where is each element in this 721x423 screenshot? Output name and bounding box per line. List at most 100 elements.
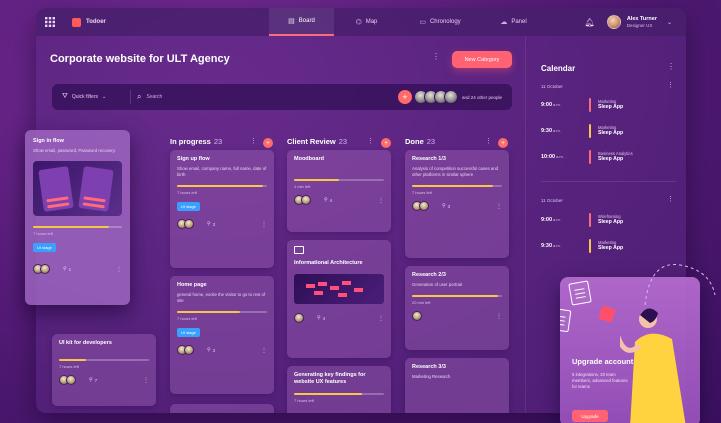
progress-fill xyxy=(294,179,339,181)
tab-map[interactable]: ⌬ Map xyxy=(334,8,399,36)
card-title: Research 1/3 xyxy=(412,156,446,162)
attachment-count: 7 xyxy=(94,377,98,383)
card-description: Show email, password, Password recovery. xyxy=(33,148,116,153)
time-left: 7 hours left xyxy=(59,364,79,369)
date-more-icon[interactable]: ⋮ xyxy=(667,195,674,203)
assignee-avatars[interactable] xyxy=(177,219,194,229)
apps-menu-button[interactable] xyxy=(36,8,64,36)
task-card-sign-in-flow[interactable]: Sign in flow Show email, password, Passw… xyxy=(25,130,130,305)
more-options-icon[interactable]: ⋮ xyxy=(432,52,440,61)
assignee-avatars[interactable] xyxy=(294,313,304,323)
assignee-avatars[interactable] xyxy=(412,201,429,211)
search-input[interactable]: ⌕ Search xyxy=(137,92,398,102)
card-more-icon[interactable]: ⋮ xyxy=(496,203,502,210)
card-more-icon[interactable]: ⋮ xyxy=(378,197,384,204)
add-card-button[interactable]: + xyxy=(381,138,391,148)
column-more-icon[interactable]: ⋮ xyxy=(367,137,374,145)
calendar-event[interactable]: 9:00a.m. Wireframing Sleep App xyxy=(541,213,623,227)
card-more-icon[interactable]: ⋮ xyxy=(116,266,122,273)
task-card-partial[interactable] xyxy=(170,404,274,413)
divider xyxy=(541,181,676,182)
task-card-home-page[interactable]: Home page general home, excite the visit… xyxy=(170,276,274,394)
stage-tag[interactable]: UI stage xyxy=(177,202,200,211)
calendar-event[interactable]: 9:30a.m. Marketing Sleep App xyxy=(541,239,623,253)
add-card-button[interactable]: + xyxy=(498,138,508,148)
task-card-informational-architecture[interactable]: Informational Architecture ⚲ 4 ⋮ xyxy=(287,240,391,358)
column-more-icon[interactable]: ⋮ xyxy=(485,137,492,145)
progress-fill xyxy=(59,359,86,361)
tab-panel[interactable]: ☁ Panel xyxy=(481,8,546,36)
tab-board[interactable]: ▤ Board xyxy=(269,8,334,36)
assignee-avatars[interactable] xyxy=(177,345,194,355)
paperclip-icon: ⚲ xyxy=(89,377,93,383)
task-card-research-1[interactable]: Research 1/3 Analysis of competition suc… xyxy=(405,150,509,258)
card-description: Marketing Research xyxy=(412,374,451,379)
event-title: Sleep App xyxy=(598,219,624,225)
calendar-event[interactable]: 9:00a.m. Marketing Sleep App xyxy=(541,98,623,112)
app-name: Todoer xyxy=(86,19,106,25)
column-header-in-progress: In progress 23 xyxy=(170,137,222,146)
card-more-icon[interactable]: ⋮ xyxy=(261,221,267,228)
assignee-avatars[interactable] xyxy=(412,311,422,321)
event-color-bar xyxy=(589,150,591,164)
stage-tag[interactable]: UI stage xyxy=(177,328,200,337)
map-icon: ⌬ xyxy=(355,19,362,26)
card-more-icon[interactable]: ⋮ xyxy=(143,377,149,384)
column-more-icon[interactable]: ⋮ xyxy=(250,137,257,145)
chevron-down-icon[interactable]: ⌄ xyxy=(667,19,672,26)
task-card-moodboard[interactable]: Moodboard 1 min left ⚲ 4 ⋮ xyxy=(287,150,391,232)
date-more-icon[interactable]: ⋮ xyxy=(667,81,674,89)
progress-bar xyxy=(412,295,502,297)
column-count: 23 xyxy=(338,137,348,146)
event-title: Sleep App xyxy=(598,156,624,162)
event-info: Marketing Sleep App xyxy=(598,240,623,252)
card-title: UI kit for developers xyxy=(59,340,112,346)
avatar xyxy=(419,201,429,211)
event-time: 9:30a.m. xyxy=(541,128,561,134)
paperclip-icon: ⚲ xyxy=(207,221,211,227)
task-card-research-3[interactable]: Research 3/3 Marketing Research xyxy=(405,358,509,413)
attachment-count: 4 xyxy=(322,315,326,321)
upgrade-button[interactable]: Upgrade xyxy=(572,410,608,422)
task-card-sign-up-flow[interactable]: Sign up flow Show email, company name, f… xyxy=(170,150,274,268)
new-category-button[interactable]: New Category xyxy=(452,51,512,68)
card-description: Analysis of competition successful cases… xyxy=(412,166,498,177)
task-card-key-findings[interactable]: Generating key findings for website UX f… xyxy=(287,366,391,413)
progress-bar xyxy=(412,185,502,187)
task-card-ui-kit[interactable]: UI kit for developers 7 hours left ⚲ 7 ⋮ xyxy=(52,334,156,406)
tab-label: Board xyxy=(298,18,315,24)
app-logo[interactable]: Todoer xyxy=(72,17,232,27)
card-more-icon[interactable]: ⋮ xyxy=(261,347,267,354)
bell-icon[interactable]: 🔔︎ xyxy=(585,18,595,27)
avatar xyxy=(184,345,194,355)
card-description: Generation of user portrait xyxy=(412,282,463,287)
card-title: Moodboard xyxy=(294,156,324,162)
assignee-avatars[interactable] xyxy=(294,195,311,205)
avatar[interactable] xyxy=(606,15,621,29)
card-more-icon[interactable]: ⋮ xyxy=(496,313,502,320)
team-avatars[interactable] xyxy=(413,90,458,104)
add-person-button[interactable]: + xyxy=(397,90,412,104)
stage-tag[interactable]: UI stage xyxy=(33,243,56,252)
task-card-research-2[interactable]: Research 2/3 Generation of user portrait… xyxy=(405,266,509,350)
tab-chronology[interactable]: ▭ Chronology xyxy=(399,8,481,36)
time-left: 20 min left xyxy=(412,300,431,305)
time-left: 7 hours left xyxy=(294,398,314,403)
event-color-bar xyxy=(589,239,591,253)
quick-filters-dropdown[interactable]: ⛛ Quick filters ⌄ xyxy=(62,93,124,101)
avatar xyxy=(40,264,50,274)
assignee-avatars[interactable] xyxy=(59,375,76,385)
card-more-icon[interactable]: ⋮ xyxy=(378,315,384,322)
assignee-avatars[interactable] xyxy=(33,264,50,274)
calendar-event[interactable]: 10:00a.m. Business Analytics Sleep App xyxy=(541,150,633,164)
add-card-button[interactable]: + xyxy=(263,138,273,148)
column-title: In progress xyxy=(170,137,211,146)
chronology-icon: ▭ xyxy=(419,19,426,26)
column-title: Client Review xyxy=(287,137,336,146)
calendar-more-icon[interactable]: ⋮ xyxy=(667,62,675,71)
card-footer: ⚲ 3 ⋮ xyxy=(177,345,267,355)
progress-bar xyxy=(177,311,267,313)
card-footer: ⚲ 4 ⋮ xyxy=(294,313,384,323)
calendar-event[interactable]: 9:30a.m. Marketing Sleep App xyxy=(541,124,623,138)
avatar xyxy=(301,195,311,205)
